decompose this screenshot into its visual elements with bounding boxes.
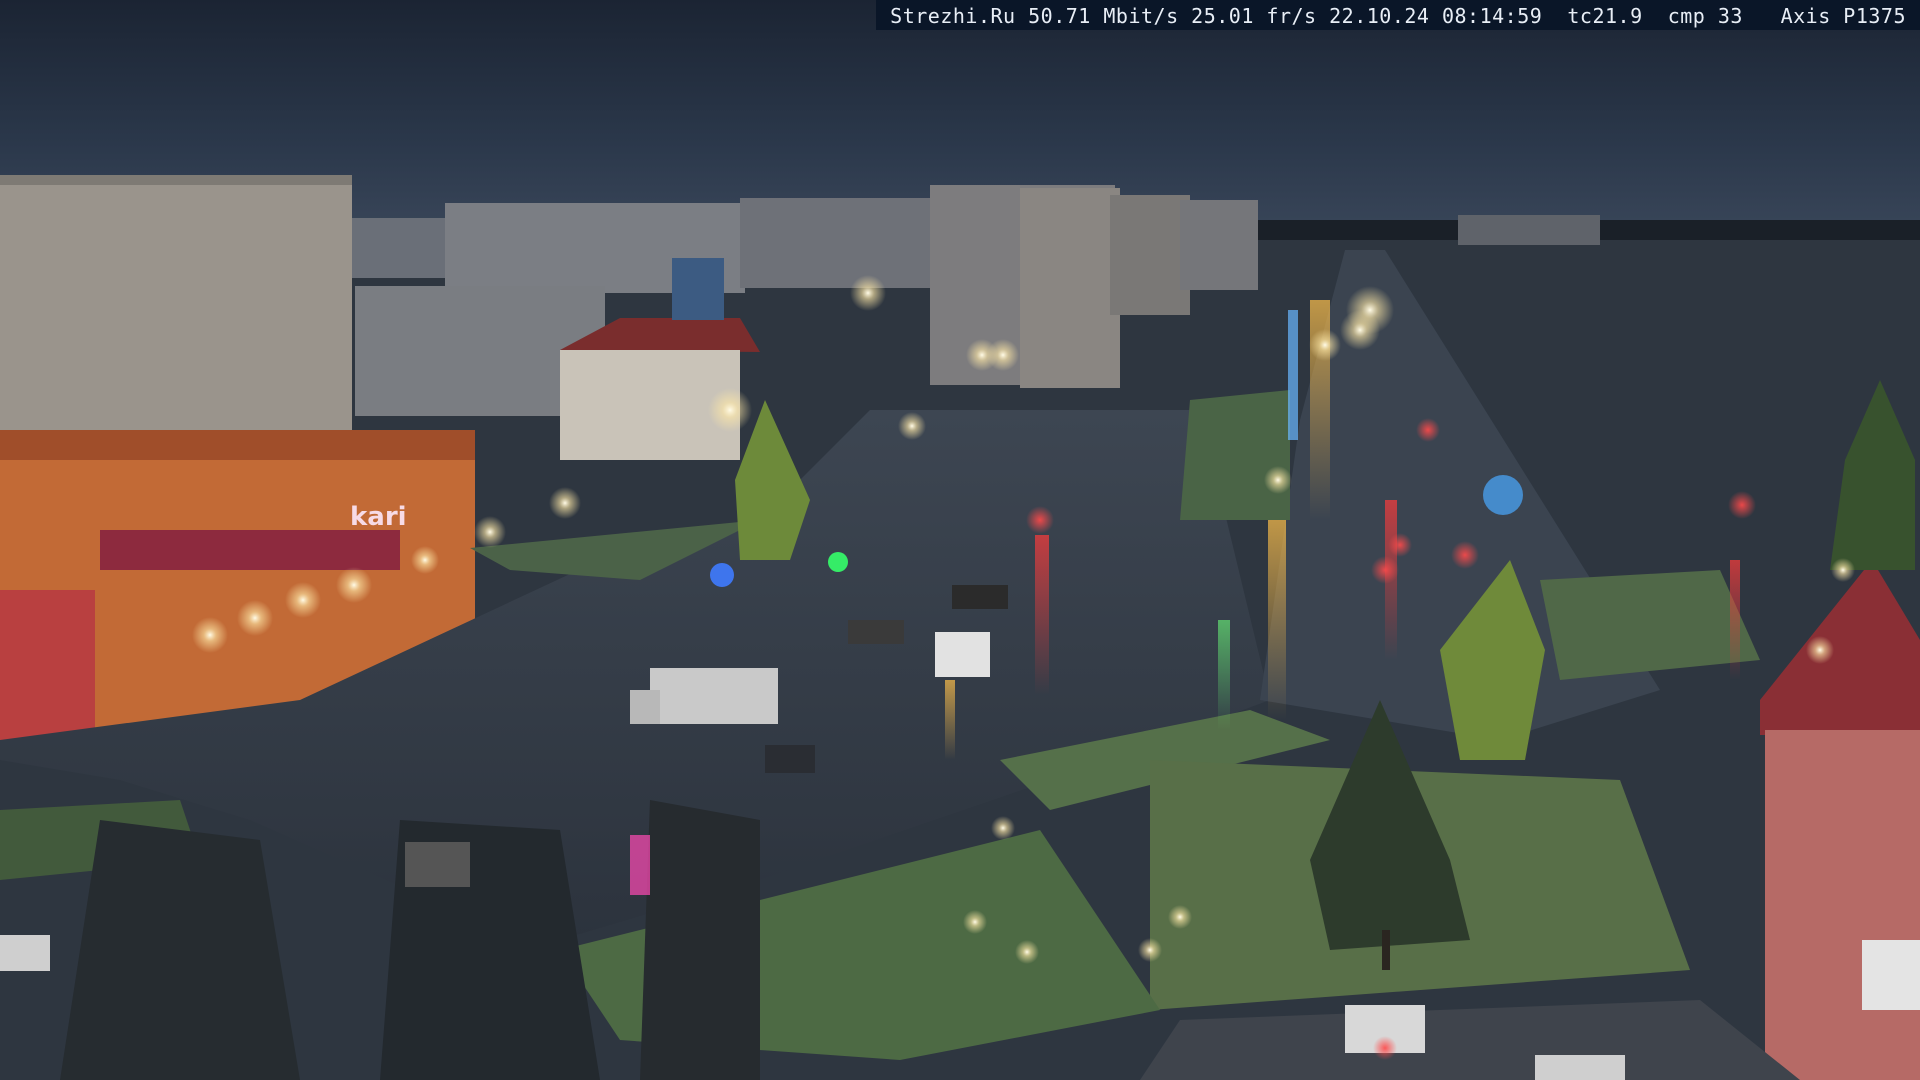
camera-info-overlay: Strezhi.Ru 50.71 Mbit/s 25.01 fr/s 22.10… [876,0,1920,30]
blue-tower [672,258,724,320]
store-sign: kari [350,502,407,532]
white-truck [650,668,778,724]
white-van [935,632,990,677]
webcam-scene: kari [0,0,1920,1080]
